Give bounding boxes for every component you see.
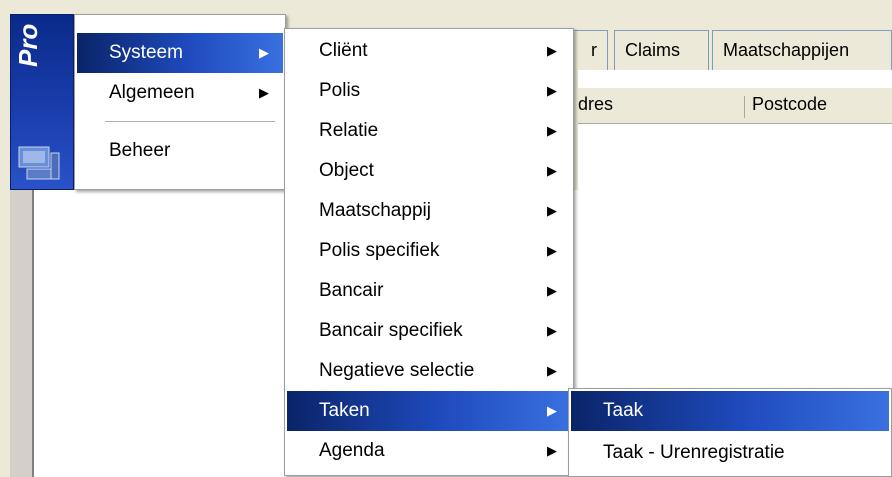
menu-item-systeem[interactable]: Systeem ▶ — [77, 33, 283, 73]
submenu-arrow-icon: ▶ — [547, 123, 557, 138]
tab-maatschappijen[interactable]: Maatschappijen — [712, 30, 892, 70]
menu-separator — [105, 121, 275, 122]
menu-item-label: Beheer — [109, 140, 171, 161]
submenu-arrow-icon: ▶ — [259, 85, 269, 100]
menu-item-label: Cliënt — [319, 40, 368, 61]
menu-item-label: Maatschappij — [319, 200, 431, 221]
menu-item-taak-urenregistratie[interactable]: Taak - Urenregistratie — [571, 433, 889, 473]
menu-item-polis[interactable]: Polis ▶ — [287, 71, 571, 111]
menu-item-taken[interactable]: Taken ▶ — [287, 391, 571, 431]
column-header-adres[interactable]: dres — [578, 94, 613, 115]
menu-item-label: Polis specifiek — [319, 240, 440, 261]
menu-item-relatie[interactable]: Relatie ▶ — [287, 111, 571, 151]
menu-item-label: Taken — [319, 400, 370, 421]
tab-claims[interactable]: Claims — [614, 30, 709, 70]
taken-submenu: Taak Taak - Urenregistratie — [568, 388, 892, 477]
menu-item-maatschappij[interactable]: Maatschappij ▶ — [287, 191, 571, 231]
pro-logo: Pro — [13, 23, 43, 67]
submenu-arrow-icon: ▶ — [547, 163, 557, 178]
menu-item-bancair-specifiek[interactable]: Bancair specifiek ▶ — [287, 311, 571, 351]
menu-item-label: Algemeen — [109, 82, 195, 103]
main-menu: Systeem ▶ Algemeen ▶ Beheer — [74, 14, 286, 190]
menu-item-label: Object — [319, 160, 374, 181]
menu-item-label: Agenda — [319, 440, 385, 461]
menu-item-label: Relatie — [319, 120, 379, 141]
submenu-arrow-icon: ▶ — [547, 203, 557, 218]
menu-item-object[interactable]: Object ▶ — [287, 151, 571, 191]
menu-item-agenda[interactable]: Agenda ▶ — [287, 431, 571, 471]
menu-item-negatieve-selectie[interactable]: Negatieve selectie ▶ — [287, 351, 571, 391]
menu-item-label: Bancair specifiek — [319, 320, 463, 341]
menu-item-label: Taak - Urenregistratie — [603, 442, 785, 463]
submenu-arrow-icon: ▶ — [547, 323, 557, 338]
submenu-arrow-icon: ▶ — [259, 45, 269, 60]
menu-item-beheer[interactable]: Beheer — [77, 131, 283, 171]
submenu-arrow-icon: ▶ — [547, 243, 557, 258]
menu-item-label: Polis — [319, 80, 361, 101]
menu-item-label: Taak — [603, 400, 644, 421]
submenu-arrow-icon: ▶ — [547, 403, 557, 418]
menu-item-label: Systeem — [109, 42, 183, 63]
column-header-postcode[interactable]: Postcode — [752, 94, 827, 115]
menu-item-polis-specifiek[interactable]: Polis specifiek ▶ — [287, 231, 571, 271]
list-header: dres Postcode — [578, 88, 892, 124]
computer-icon — [18, 146, 60, 180]
menu-item-label: Bancair — [319, 280, 384, 301]
submenu-arrow-icon: ▶ — [547, 443, 557, 458]
menu-item-algemeen[interactable]: Algemeen ▶ — [77, 73, 283, 113]
submenu-arrow-icon: ▶ — [547, 363, 557, 378]
systeem-submenu: Cliënt ▶ Polis ▶ Relatie ▶ Object ▶ Maatscha… — [284, 28, 574, 476]
column-separator — [744, 96, 745, 118]
menu-item-client[interactable]: Cliënt ▶ — [287, 31, 571, 71]
left-pane — [10, 190, 34, 477]
menu-item-bancair[interactable]: Bancair ▶ — [287, 271, 571, 311]
submenu-arrow-icon: ▶ — [547, 283, 557, 298]
menu-item-label: Negatieve selectie — [319, 360, 475, 381]
submenu-arrow-icon: ▶ — [547, 83, 557, 98]
pro-logo-panel: Pro — [10, 14, 74, 190]
submenu-arrow-icon: ▶ — [547, 43, 557, 58]
menu-item-taak[interactable]: Taak — [571, 391, 889, 431]
